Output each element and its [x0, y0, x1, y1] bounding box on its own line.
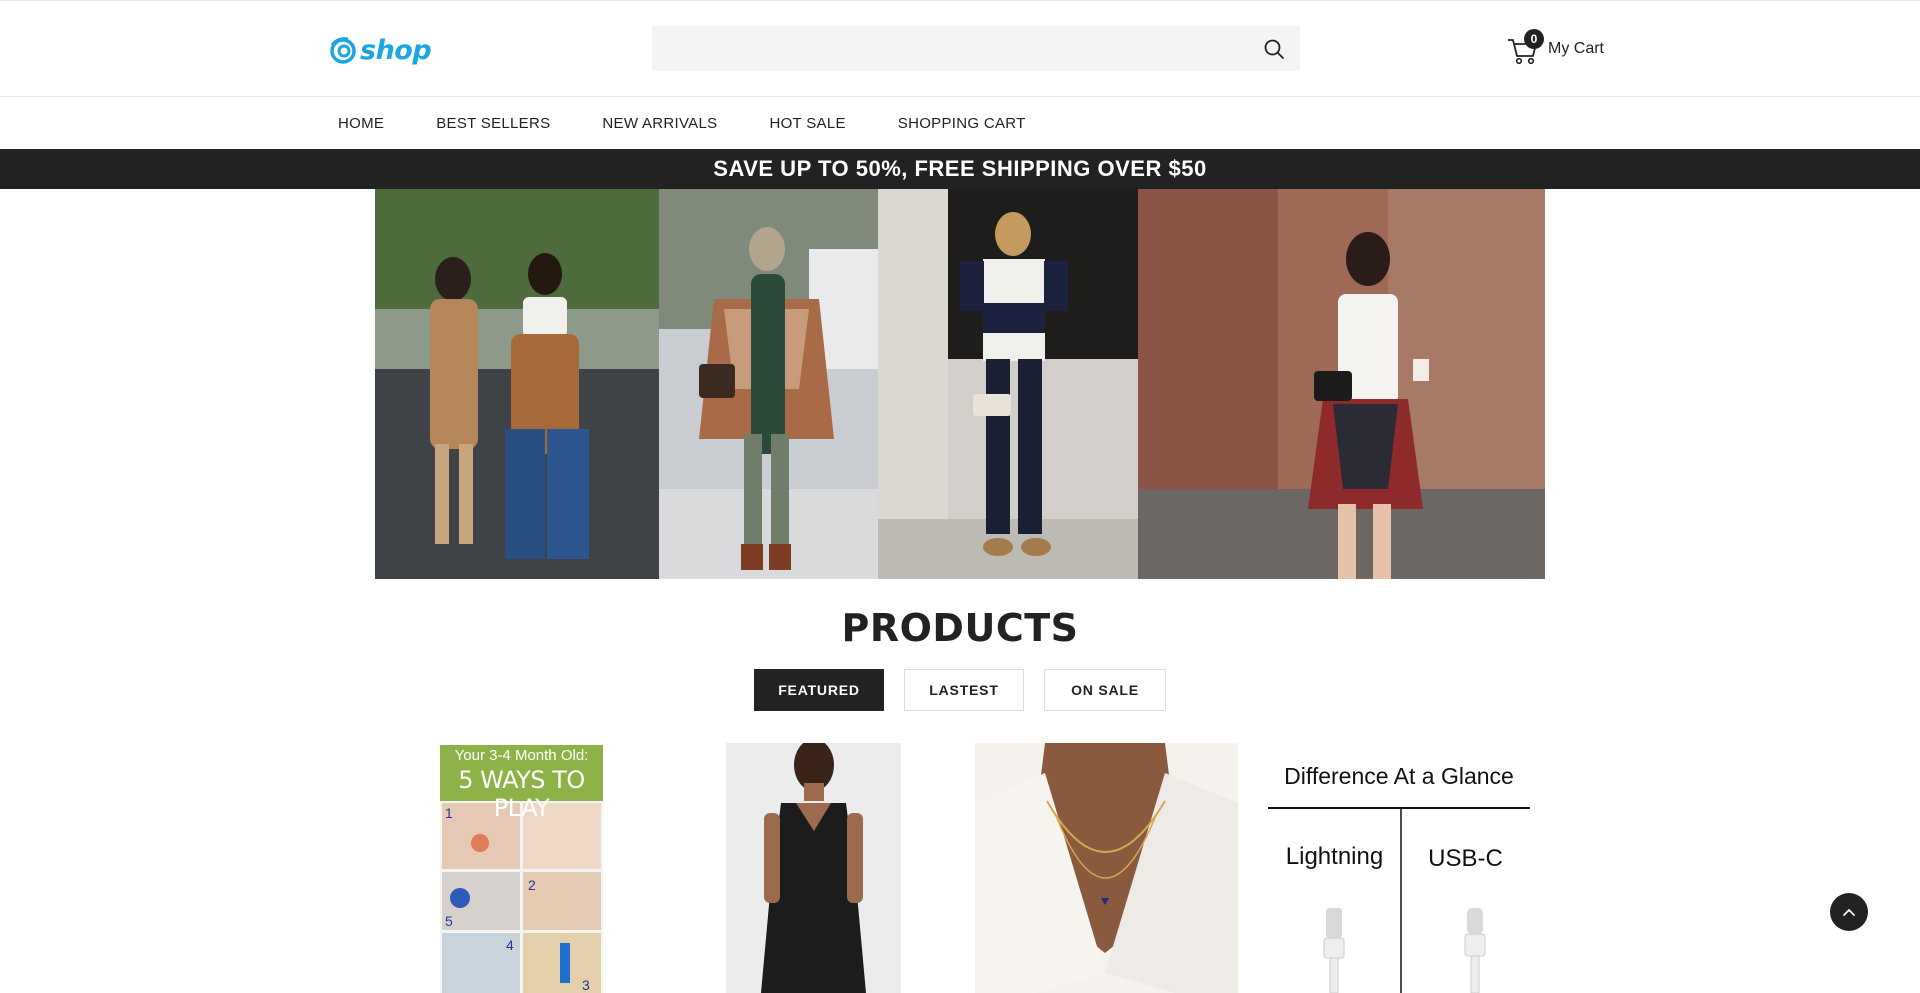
product-image-number: 4	[506, 937, 514, 953]
site-header: shop 0 My Cart	[0, 1, 1920, 97]
product-image-col-right: USB-C	[1428, 845, 1503, 872]
cart-icon: 0	[1506, 29, 1544, 66]
nav-item-home[interactable]: HOME	[338, 115, 384, 132]
search-input[interactable]	[652, 26, 1242, 71]
product-image-subheading: 5 WAYS TO PLAY	[458, 766, 585, 822]
tab-featured[interactable]: FEATURED	[754, 669, 884, 711]
cart-count-badge: 0	[1524, 29, 1544, 49]
product-image-col-left: Lightning	[1285, 843, 1384, 870]
search-bar	[652, 26, 1300, 71]
product-image-heading: Difference At a Glance	[1284, 763, 1514, 789]
nav-item-new-arrivals[interactable]: NEW ARRIVALS	[602, 115, 717, 132]
product-image-number: 5	[445, 913, 453, 929]
product-grid: Your 3-4 Month Old: 5 WAYS TO PLAY 1 2 5…	[420, 743, 1540, 993]
logo-text: shop	[360, 34, 432, 66]
nav-item-shopping-cart[interactable]: SHOPPING CART	[898, 115, 1026, 132]
product-card-black-dress[interactable]	[726, 743, 901, 993]
product-image-number: 1	[445, 805, 453, 821]
nav-list: HOME BEST SELLERS NEW ARRIVALS HOT SALE …	[338, 97, 1078, 149]
logo-swirl-icon	[330, 37, 356, 64]
back-to-top-button[interactable]	[1830, 893, 1868, 931]
hero-image-2	[659, 189, 878, 579]
products-title: PRODUCTS	[841, 606, 1079, 650]
product-card-cable-comparison[interactable]: Difference At a Glance Lightning USB-C	[1268, 743, 1540, 993]
main-nav: HOME BEST SELLERS NEW ARRIVALS HOT SALE …	[0, 97, 1920, 149]
nav-item-hot-sale[interactable]: HOT SALE	[769, 115, 845, 132]
chevron-up-icon	[1843, 909, 1855, 916]
search-button[interactable]	[1260, 35, 1288, 63]
hero-image-3	[878, 189, 1138, 579]
cart-button[interactable]: 0 My Cart	[1506, 29, 1604, 67]
tab-latest[interactable]: LASTEST	[904, 669, 1024, 711]
cart-label: My Cart	[1548, 40, 1604, 57]
hero-image-4	[1138, 189, 1545, 579]
product-image-heading: Your 3-4 Month Old:	[454, 747, 589, 764]
hero-banner[interactable]	[375, 189, 1545, 579]
shop-logo[interactable]: shop	[328, 33, 432, 67]
product-image-number: 3	[582, 977, 590, 993]
product-card-necklace[interactable]	[975, 743, 1238, 993]
nav-item-best-sellers[interactable]: BEST SELLERS	[436, 115, 550, 132]
promo-banner: SAVE UP TO 50%, FREE SHIPPING OVER $50	[0, 149, 1920, 189]
product-card-baby-play[interactable]: Your 3-4 Month Old: 5 WAYS TO PLAY 1 2 5…	[440, 743, 603, 993]
product-image-number: 2	[528, 877, 536, 893]
search-icon	[1264, 39, 1284, 59]
hero-image-1	[375, 189, 659, 579]
tab-on-sale[interactable]: ON SALE	[1044, 669, 1166, 711]
product-tabs: FEATURED LASTEST ON SALE	[754, 669, 1186, 711]
